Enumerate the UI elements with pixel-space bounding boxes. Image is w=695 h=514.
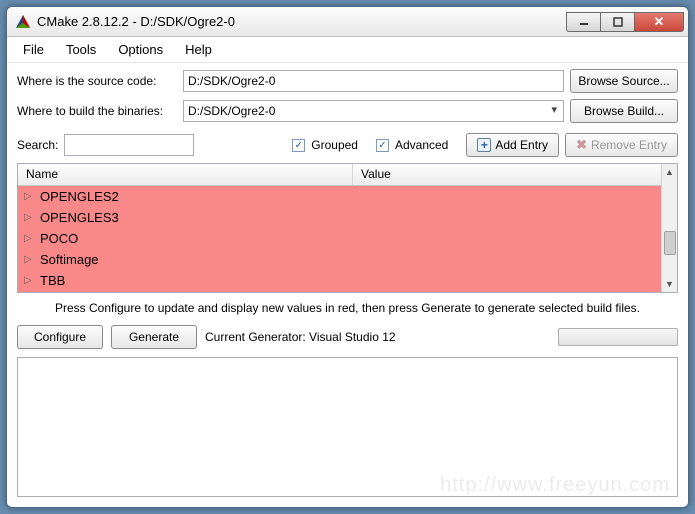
grouped-checkbox[interactable]: ✓ bbox=[292, 139, 305, 152]
minimize-button[interactable] bbox=[566, 12, 600, 32]
remove-entry-label: Remove Entry bbox=[591, 138, 667, 152]
tree-item-label: OPENGLES3 bbox=[40, 210, 119, 225]
content-area: Where is the source code: Browse Source.… bbox=[7, 63, 688, 507]
search-input[interactable] bbox=[64, 134, 194, 156]
window-title: CMake 2.8.12.2 - D:/SDK/Ogre2-0 bbox=[37, 14, 235, 29]
tree-row[interactable]: ▷ Softimage bbox=[18, 249, 661, 270]
browse-build-button[interactable]: Browse Build... bbox=[570, 99, 678, 123]
x-icon: ✖ bbox=[576, 137, 587, 153]
menu-options[interactable]: Options bbox=[108, 39, 173, 60]
menu-help[interactable]: Help bbox=[175, 39, 222, 60]
progress-bar bbox=[558, 328, 678, 346]
search-label: Search: bbox=[17, 138, 58, 152]
menu-tools[interactable]: Tools bbox=[56, 39, 106, 60]
tree-row[interactable]: ▷ OPENGLES3 bbox=[18, 207, 661, 228]
col-value[interactable]: Value bbox=[353, 164, 661, 185]
generate-button[interactable]: Generate bbox=[111, 325, 197, 349]
current-generator-label: Current Generator: Visual Studio 12 bbox=[205, 330, 396, 344]
source-input[interactable] bbox=[183, 70, 564, 92]
build-row: Where to build the binaries: D:/SDK/Ogre… bbox=[17, 99, 678, 123]
app-window: CMake 2.8.12.2 - D:/SDK/Ogre2-0 ✕ File T… bbox=[6, 6, 689, 508]
advanced-label: Advanced bbox=[395, 138, 448, 152]
expand-icon[interactable]: ▷ bbox=[24, 254, 36, 265]
remove-entry-button[interactable]: ✖ Remove Entry bbox=[565, 133, 678, 157]
search-row: Search: ✓ Grouped ✓ Advanced + Add Entry… bbox=[17, 133, 678, 157]
output-box[interactable] bbox=[17, 357, 678, 497]
add-entry-button[interactable]: + Add Entry bbox=[466, 133, 559, 157]
add-entry-label: Add Entry bbox=[495, 138, 548, 152]
close-button[interactable]: ✕ bbox=[634, 12, 684, 32]
tree-item-label: Softimage bbox=[40, 252, 99, 267]
expand-icon[interactable]: ▷ bbox=[24, 233, 36, 244]
cache-tree: Name Value ▷ OPENGLES2 ▷ OPENGLES3 ▷ POC… bbox=[17, 163, 678, 293]
plus-icon: + bbox=[477, 138, 491, 152]
tree-header: Name Value bbox=[18, 164, 661, 186]
tree-item-label: OPENGLES2 bbox=[40, 189, 119, 204]
expand-icon[interactable]: ▷ bbox=[24, 275, 36, 286]
expand-icon[interactable]: ▷ bbox=[24, 191, 36, 202]
expand-icon[interactable]: ▷ bbox=[24, 212, 36, 223]
tree-row[interactable]: ▷ TBB bbox=[18, 270, 661, 291]
tree-item-label: POCO bbox=[40, 231, 78, 246]
scroll-up-icon[interactable]: ▲ bbox=[663, 164, 677, 180]
generate-row: Configure Generate Current Generator: Vi… bbox=[17, 325, 678, 349]
advanced-checkbox[interactable]: ✓ bbox=[376, 139, 389, 152]
build-label: Where to build the binaries: bbox=[17, 104, 177, 118]
tree-scrollbar[interactable]: ▲ ▼ bbox=[661, 164, 677, 292]
grouped-label: Grouped bbox=[311, 138, 358, 152]
source-row: Where is the source code: Browse Source.… bbox=[17, 69, 678, 93]
cmake-logo-icon bbox=[15, 14, 31, 30]
browse-source-button[interactable]: Browse Source... bbox=[570, 69, 678, 93]
window-controls: ✕ bbox=[566, 12, 684, 32]
build-combo-value: D:/SDK/Ogre2-0 bbox=[188, 104, 275, 118]
titlebar: CMake 2.8.12.2 - D:/SDK/Ogre2-0 ✕ bbox=[7, 7, 688, 37]
tree-body: ▷ OPENGLES2 ▷ OPENGLES3 ▷ POCO ▷ Softima… bbox=[18, 186, 661, 292]
col-name[interactable]: Name bbox=[18, 164, 353, 185]
configure-button[interactable]: Configure bbox=[17, 325, 103, 349]
tree-row[interactable]: ▷ OPENGLES2 bbox=[18, 186, 661, 207]
tree-item-label: TBB bbox=[40, 273, 65, 288]
scroll-thumb[interactable] bbox=[664, 231, 676, 255]
menu-file[interactable]: File bbox=[13, 39, 54, 60]
maximize-button[interactable] bbox=[600, 12, 634, 32]
scroll-down-icon[interactable]: ▼ bbox=[663, 276, 677, 292]
tree-row[interactable]: ▷ POCO bbox=[18, 228, 661, 249]
menubar: File Tools Options Help bbox=[7, 37, 688, 63]
hint-text: Press Configure to update and display ne… bbox=[17, 297, 678, 321]
build-combo[interactable]: D:/SDK/Ogre2-0 bbox=[183, 100, 564, 122]
source-label: Where is the source code: bbox=[17, 74, 177, 88]
